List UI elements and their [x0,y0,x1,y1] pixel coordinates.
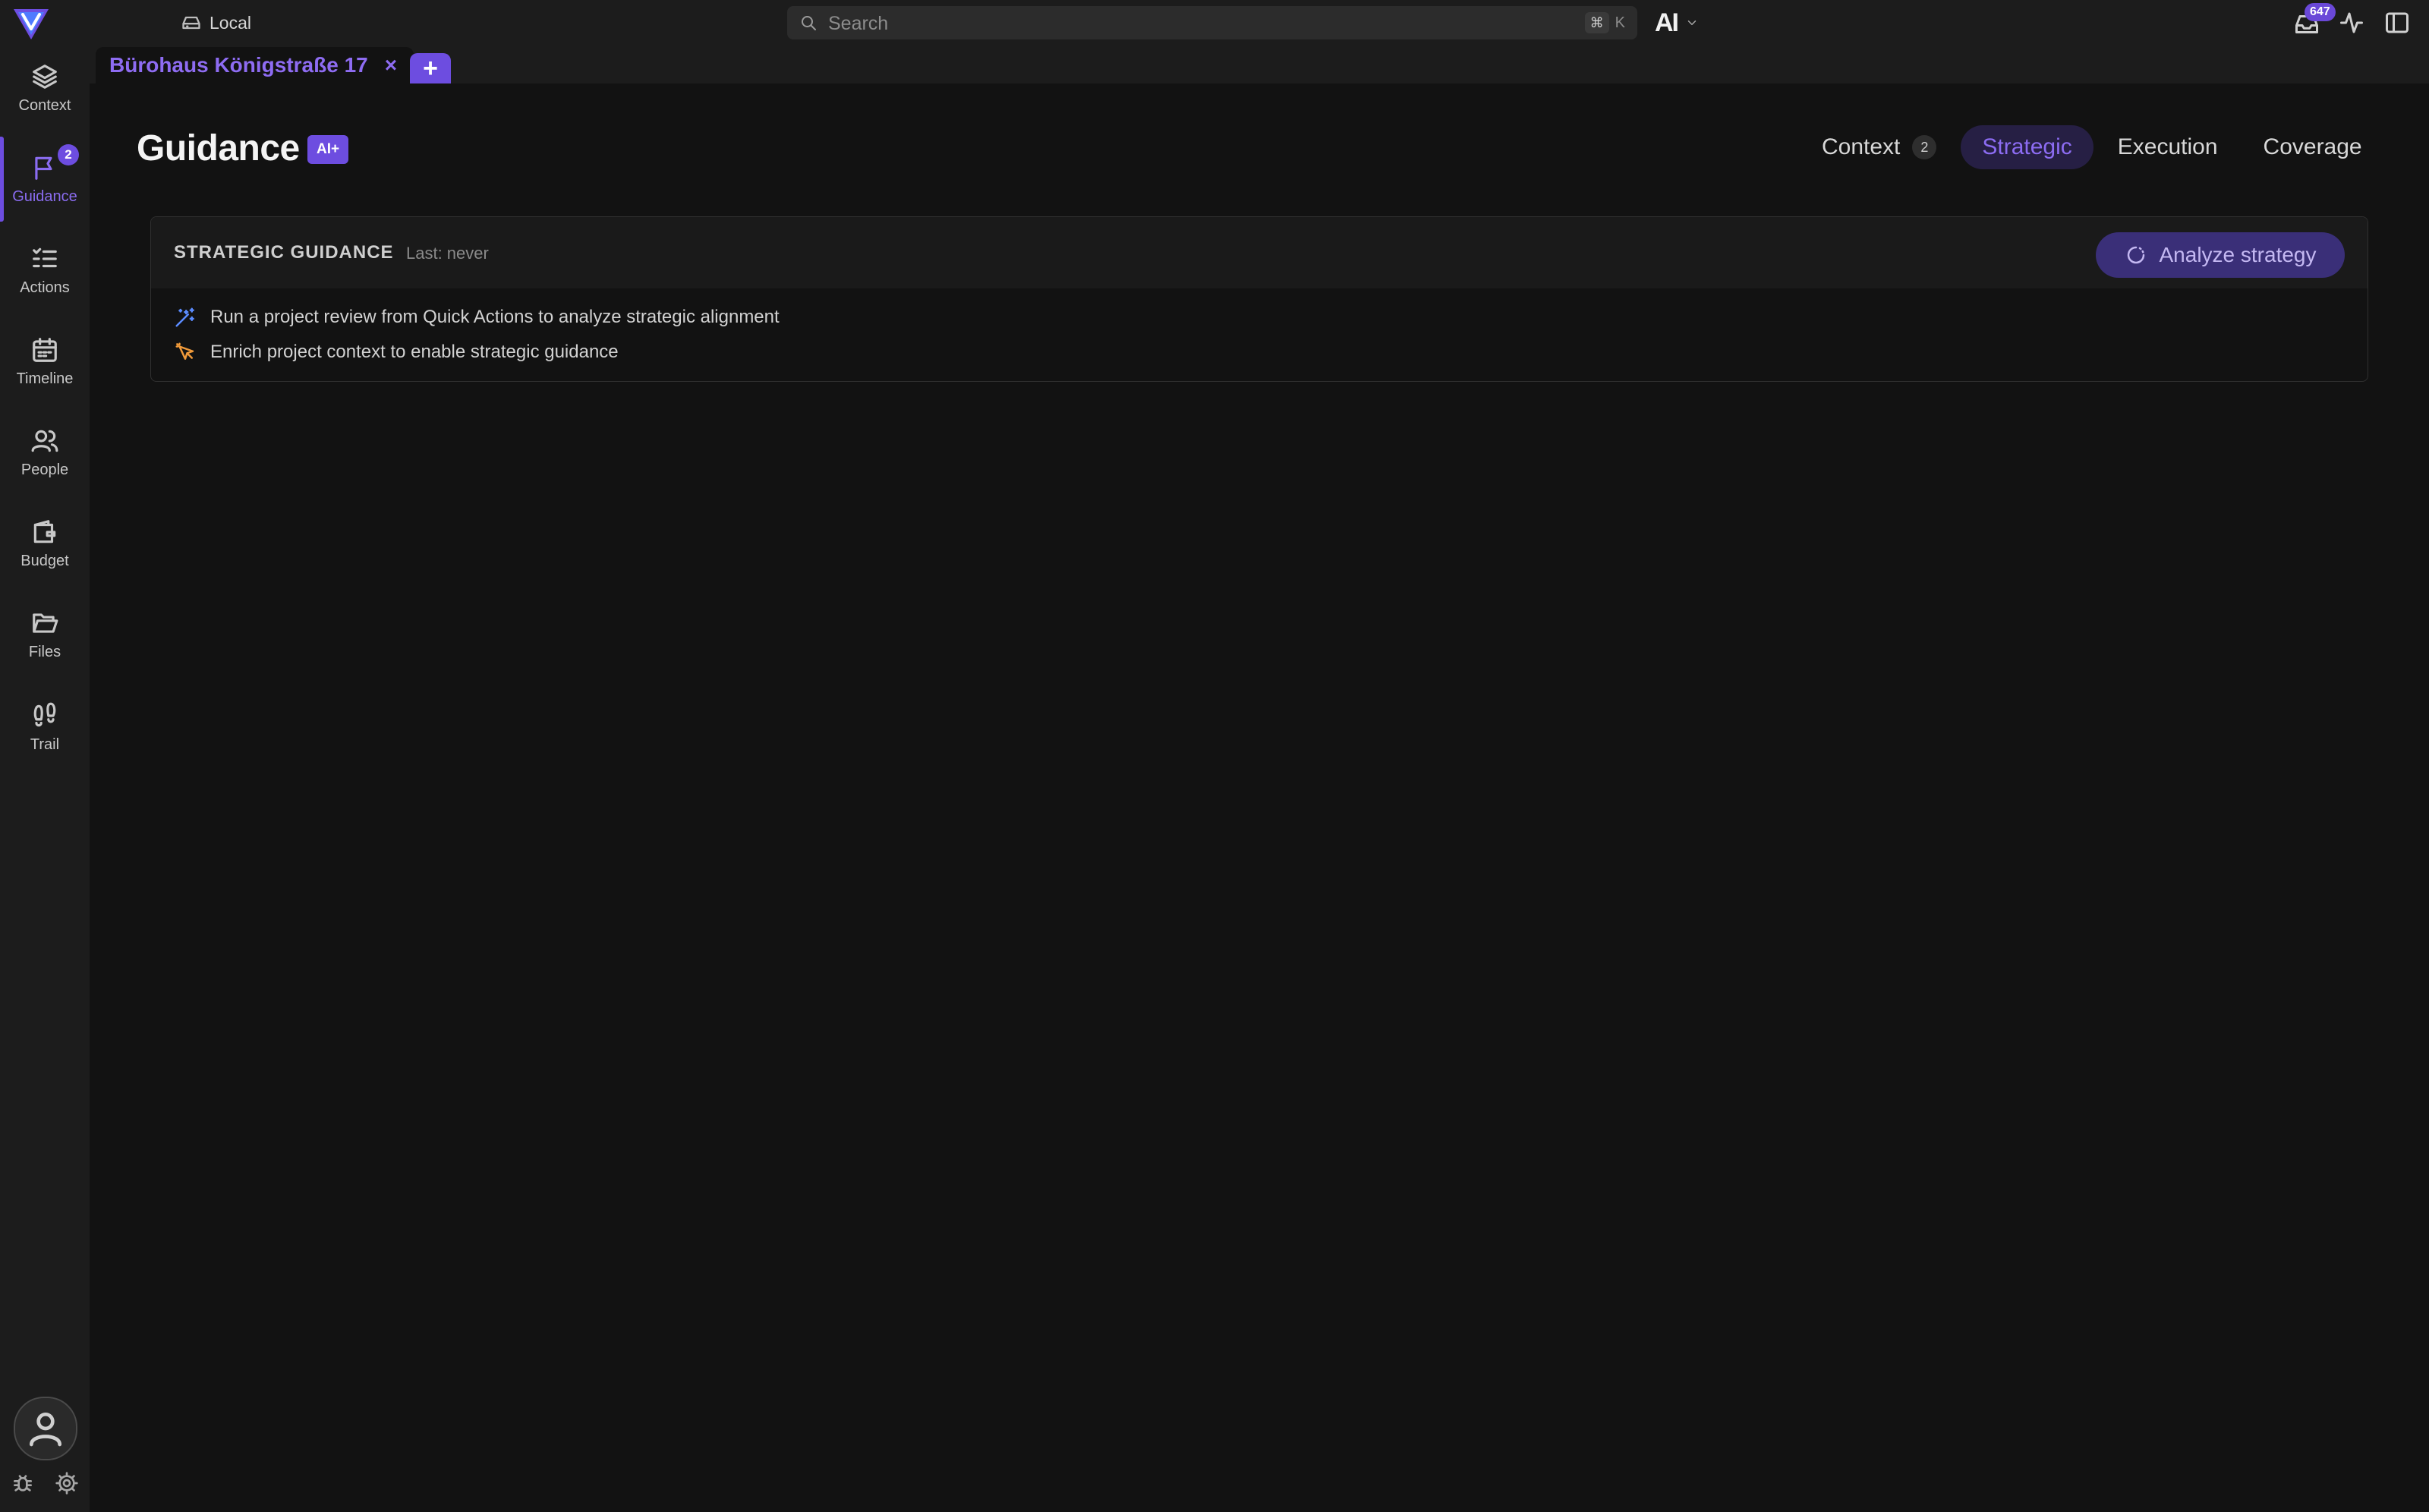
environment-selector[interactable]: Local [181,9,251,36]
panel-toggle-button[interactable] [2383,9,2412,36]
tab-project-label: Bürohaus Königstraße 17 [109,53,368,77]
shortcut-key: K [1615,14,1625,31]
sidebar-item-files[interactable]: Files [0,592,90,677]
tab-coverage[interactable]: Coverage [2242,125,2383,169]
view-switcher: Context 2 Strategic Execution Coverage [1797,124,2383,170]
page-title: Guidance [137,128,300,169]
search-bar[interactable]: ⌘ K [787,6,1637,41]
list-item: Run a project review from Quick Actions … [174,302,780,332]
environment-label: Local [210,12,251,33]
bug-icon [14,1475,32,1492]
sidebar-item-trail[interactable]: Trail [0,685,90,770]
tab-project[interactable]: Bürohaus Königstraße 17 × [96,47,414,83]
sidebar-item-label: Guidance [12,187,77,205]
checklist-icon [33,247,57,267]
sidebar-item-people[interactable]: People [0,410,90,495]
strategic-guidance-card: STRATEGIC GUIDANCE Last: never Analyze s… [150,216,2368,382]
card-title: STRATEGIC GUIDANCE [174,242,394,263]
magic-wand-icon [175,307,194,327]
panel-layout-icon [2386,12,2409,33]
tip-text: Enrich project context to enable strateg… [210,342,619,362]
sidebar-item-label: People [20,461,69,478]
calendar-icon [33,337,57,362]
app-logo-icon[interactable] [11,5,52,43]
sidebar-item-timeline[interactable]: Timeline [0,319,90,404]
analyze-strategy-button[interactable]: Analyze strategy [2096,232,2345,278]
sidebar-item-guidance[interactable]: Guidance 2 [0,137,90,222]
top-bar: Local ⌘ K AI 647 [0,0,2429,46]
drive-icon [182,16,200,30]
tab-label: Strategic [1982,134,2072,159]
search-input[interactable] [827,6,1558,41]
debug-button[interactable] [11,1471,35,1495]
guidance-badge: 2 [58,144,79,165]
search-icon [802,16,816,30]
activity-pulse-icon [2340,12,2363,33]
tab-context[interactable]: Context 2 [1800,125,1958,169]
brand-logo: AI [1655,8,1679,37]
list-item: Enrich project context to enable strateg… [174,337,619,367]
flag-icon [35,156,52,180]
tab-label: Execution [2117,134,2218,159]
close-icon[interactable]: × [385,53,397,77]
tab-execution[interactable]: Execution [2097,125,2239,169]
ai-plus-badge: AI+ [307,135,349,164]
loading-spinner-icon [2127,246,2144,264]
footprints-icon [33,702,56,726]
model-selector[interactable]: AI [1655,8,1699,38]
chevron-down-icon [1687,20,1697,25]
search-shortcut: ⌘ K [1584,12,1625,33]
card-header: STRATEGIC GUIDANCE Last: never Analyze s… [151,217,2368,288]
tab-strip: Bürohaus Königstraße 17 × + [90,46,2429,83]
wallet-icon [33,519,56,543]
activity-button[interactable] [2338,9,2367,36]
sidebar-item-label: Files [28,643,61,660]
add-tab-button[interactable]: + [410,53,451,83]
sidebar-item-label: Timeline [16,370,74,387]
cursor-pointer-icon [175,342,194,360]
settings-button[interactable] [55,1471,79,1495]
tab-strategic[interactable]: Strategic [1961,125,2093,169]
layers-icon [33,64,57,89]
folder-icon [33,613,58,633]
user-avatar[interactable] [14,1397,77,1460]
sidebar: Context Guidance 2 Actions Timeline Peop… [0,46,90,1512]
sidebar-item-label: Actions [20,279,70,296]
users-icon [31,430,58,452]
tab-label: Coverage [2263,134,2362,159]
analyze-strategy-label: Analyze strategy [2159,243,2317,266]
tip-text: Run a project review from Quick Actions … [210,307,780,327]
user-icon [30,1413,61,1447]
gear-icon [55,1472,78,1495]
sidebar-item-label: Budget [20,552,69,569]
shortcut-modifier-key: ⌘ [1584,12,1609,33]
sidebar-item-label: Trail [30,736,60,753]
sidebar-item-budget[interactable]: Budget [0,501,90,586]
inbox-badge: 647 [2305,3,2336,21]
sidebar-item-label: Context [18,96,71,114]
last-run-status: Last: never [406,244,489,263]
inbox-button[interactable]: 647 [2292,3,2336,38]
tab-label: Context [1822,134,1901,159]
sidebar-item-actions[interactable]: Actions [0,228,90,313]
main-content: Guidance AI+ Context 2 Strategic Executi… [90,83,2429,1512]
sidebar-item-context[interactable]: Context [0,46,90,131]
context-count-badge: 2 [1912,135,1937,159]
